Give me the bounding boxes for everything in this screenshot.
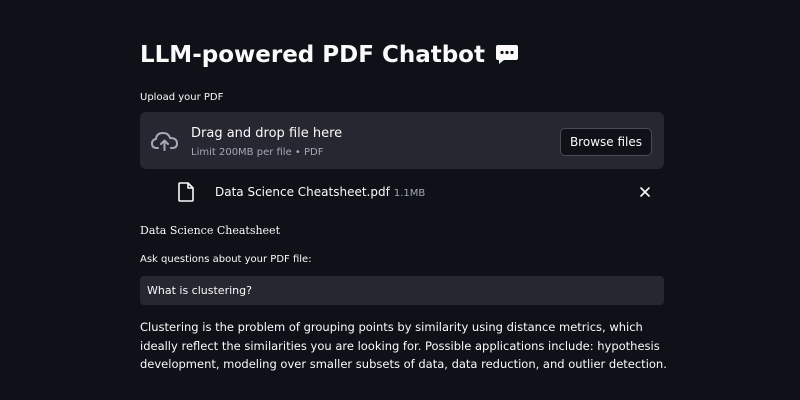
file-icon — [178, 182, 194, 202]
file-dropzone[interactable]: Drag and drop file here Limit 200MB per … — [140, 112, 664, 169]
file-name-text: Data Science Cheatsheet.pdf — [215, 185, 390, 199]
title-row: LLM-powered PDF Chatbot — [140, 42, 519, 68]
speech-bubble-icon — [495, 44, 519, 66]
page-title: LLM-powered PDF Chatbot — [140, 42, 485, 68]
dropzone-instructions: Drag and drop file here — [191, 126, 343, 141]
uploaded-file-row: Data Science Cheatsheet.pdf 1.1MB — [178, 180, 664, 204]
question-label: Ask questions about your PDF file: — [140, 254, 312, 265]
uploaded-file-name: Data Science Cheatsheet.pdf 1.1MB — [215, 185, 425, 199]
question-input[interactable] — [140, 276, 664, 305]
browse-files-button[interactable]: Browse files — [559, 128, 652, 156]
dropzone-limit: Limit 200MB per file • PDF — [191, 147, 324, 158]
upload-label: Upload your PDF — [140, 92, 224, 103]
cloud-upload-icon — [150, 129, 180, 153]
answer-text: Clustering is the problem of grouping po… — [140, 320, 667, 371]
file-size: 1.1MB — [393, 188, 426, 199]
close-icon[interactable] — [638, 184, 652, 198]
document-title: Data Science Cheatsheet — [140, 224, 280, 237]
